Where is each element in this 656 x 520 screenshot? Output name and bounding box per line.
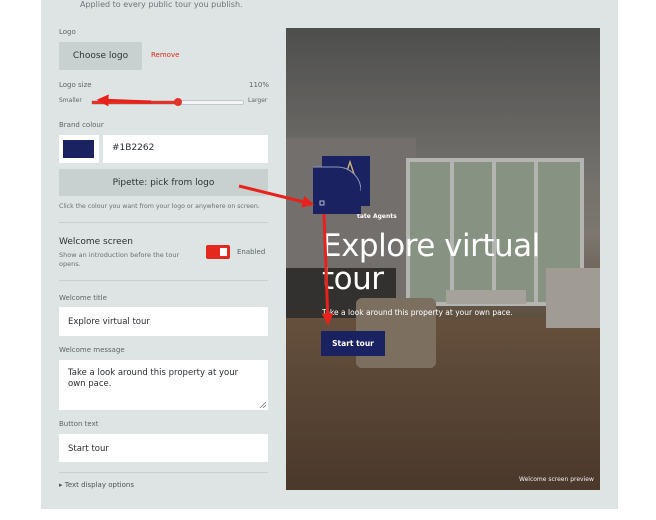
arrow-to-slider-icon xyxy=(96,94,152,107)
arrow-to-logo-icon xyxy=(238,184,315,208)
annotation-arrows xyxy=(96,94,334,326)
arrow-to-start-button-icon xyxy=(321,213,334,326)
